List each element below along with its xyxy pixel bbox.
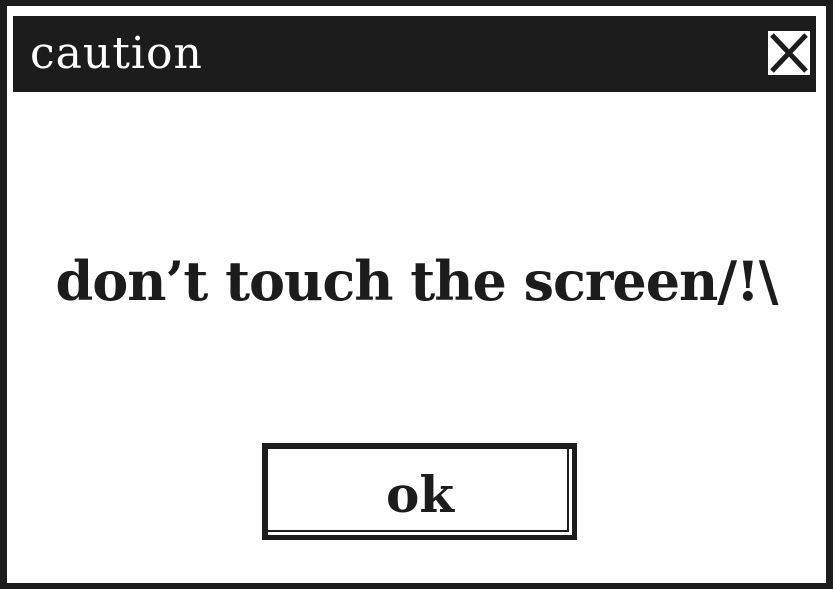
- ok-button[interactable]: ok: [262, 443, 577, 540]
- title-bar[interactable]: caution: [13, 16, 816, 92]
- ok-button-label: ok: [386, 465, 454, 524]
- dialog-title: caution: [30, 28, 203, 79]
- dialog-message: don’t touch the screen/!\: [55, 249, 779, 313]
- dialog-window: caution don’t touch the screen/!\ ok: [7, 6, 826, 583]
- close-button[interactable]: [765, 28, 813, 78]
